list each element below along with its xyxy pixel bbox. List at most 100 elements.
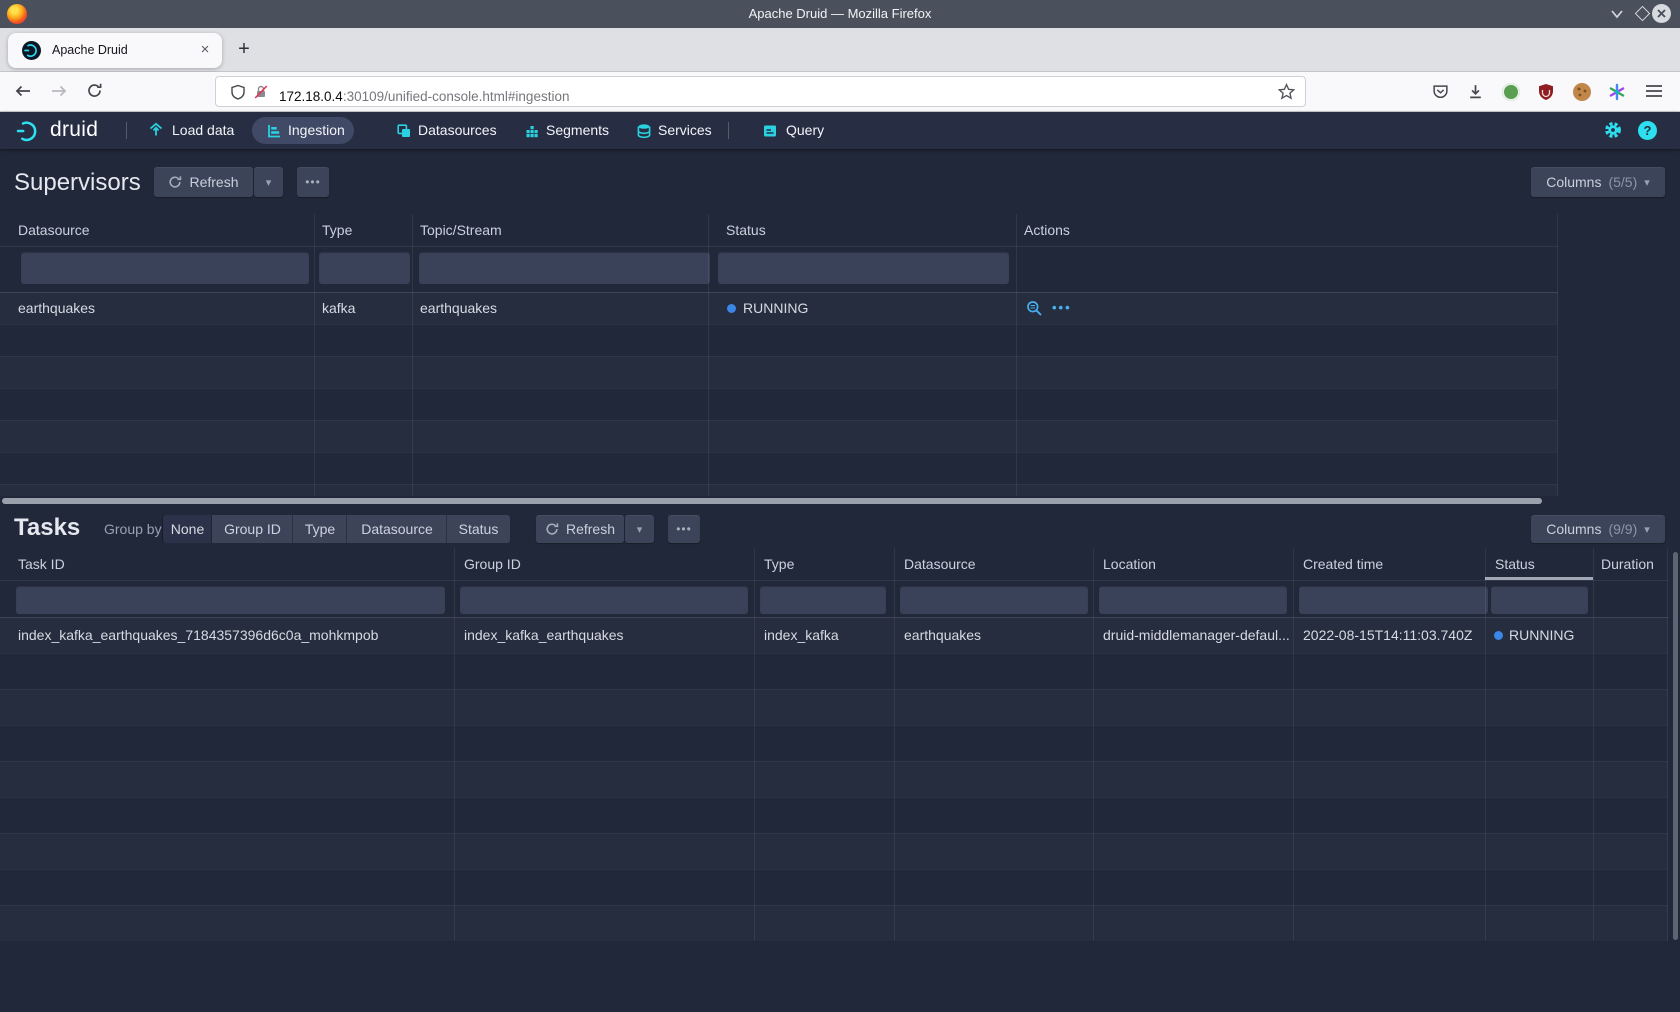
tasks-vertical-scrollbar[interactable] [1673,552,1678,940]
tasks-refresh-button[interactable]: Refresh [536,515,624,543]
task-cell-type[interactable]: index_kafka [764,617,839,653]
task-filter-task-id-input[interactable] [16,586,445,614]
task-header-duration[interactable]: Duration [1601,548,1654,580]
extension-green-icon[interactable] [1502,83,1520,101]
sup-filter-status-input[interactable] [718,252,1009,284]
nav-item-query[interactable]: Query [786,112,824,149]
task-cell-created-time[interactable]: 2022-08-15T14:11:03.740Z [1303,617,1472,653]
sup-header-status[interactable]: Status [726,214,766,246]
column-divider [314,214,315,496]
nav-item-ingestion[interactable]: Ingestion [288,112,345,149]
services-icon [636,123,652,139]
star-icon [1278,83,1295,100]
task-filter-group-id-input[interactable] [460,586,748,614]
firefox-logo-icon [7,4,27,24]
menu-button[interactable] [1645,84,1663,98]
tasks-more-button[interactable]: ••• [668,515,700,543]
group-by-datasource-button[interactable]: Datasource [347,515,447,543]
nav-item-segments[interactable]: Segments [546,112,609,149]
task-cell-group-id[interactable]: index_kafka_earthquakes [464,617,624,653]
sup-horizontal-scrollbar[interactable] [2,498,1542,504]
new-tab-button[interactable]: + [228,34,260,66]
group-by-label: Group by [104,515,162,543]
extension-ublock-icon[interactable] [1537,83,1555,101]
supervisor-actions-more-button[interactable]: ••• [1052,292,1072,324]
group-by-none-button[interactable]: None [163,515,212,543]
druid-wordmark[interactable]: druid [50,112,98,149]
download-icon [1467,83,1484,100]
browser-tab[interactable]: Apache Druid × [8,33,222,68]
close-icon [1652,4,1671,23]
sup-header-datasource[interactable]: Datasource [18,214,90,246]
refresh-label: Refresh [189,174,238,190]
column-divider [1485,548,1486,941]
task-header-type[interactable]: Type [764,548,794,580]
sup-cell-type[interactable]: kafka [322,292,355,324]
task-header-group-id[interactable]: Group ID [464,548,521,580]
sup-cell-status[interactable]: RUNNING [743,292,808,324]
help-button[interactable]: ? [1638,121,1657,140]
task-header-task-id[interactable]: Task ID [18,548,65,580]
bookmark-star-button[interactable] [1278,83,1295,100]
supervisors-columns-button[interactable]: Columns (5/5) ▾ [1531,167,1665,197]
tasks-refresh-caret-button[interactable]: ▾ [625,515,654,543]
column-divider [754,548,755,941]
nav-item-datasources[interactable]: Datasources [418,112,497,149]
tab-title: Apache Druid [52,33,128,68]
group-by-type-button[interactable]: Type [293,515,347,543]
more-icon: ••• [305,175,321,189]
sup-cell-datasource[interactable]: earthquakes [18,292,95,324]
task-header-datasource[interactable]: Datasource [904,548,976,580]
nav-item-load-data[interactable]: Load data [172,112,234,149]
task-header-created-time[interactable]: Created time [1303,548,1383,580]
columns-label: Columns [1546,174,1601,190]
tasks-columns-button[interactable]: Columns (9/9) ▾ [1531,515,1665,543]
task-header-status-sorted[interactable]: Status [1495,548,1535,580]
task-cell-datasource[interactable]: earthquakes [904,617,981,653]
column-divider [1093,548,1094,941]
ingestion-icon [266,123,282,139]
url-host: 172.18.0.4 [279,89,343,104]
task-filter-type-input[interactable] [760,586,886,614]
url-bar[interactable]: 172.18.0.4:30109/unified-console.html#in… [215,76,1306,107]
task-cell-status[interactable]: RUNNING [1509,617,1574,653]
back-button[interactable] [14,83,32,99]
task-filter-status-input[interactable] [1491,586,1588,614]
task-filter-location-input[interactable] [1099,586,1287,614]
task-filter-created-time-input[interactable] [1299,586,1488,614]
task-header-location[interactable]: Location [1103,548,1156,580]
sup-filter-type-input[interactable] [319,252,410,284]
task-cell-location[interactable]: druid-middlemanager-defaul... [1103,617,1290,653]
task-filter-datasource-input[interactable] [900,586,1088,614]
window-close-button[interactable] [1652,4,1671,23]
insecure-lock-icon[interactable] [253,84,269,100]
window-minimize-button[interactable] [1610,9,1624,19]
supervisor-inspect-button[interactable] [1026,300,1043,317]
downloads-button[interactable] [1467,83,1484,100]
sup-filter-datasource-input[interactable] [21,252,309,284]
reload-button[interactable] [86,82,103,99]
supervisors-more-button[interactable]: ••• [297,167,329,197]
extension-cookie-icon[interactable] [1573,83,1591,101]
druid-logo-icon[interactable] [14,117,42,145]
column-divider [1293,548,1294,941]
task-cell-task-id[interactable]: index_kafka_earthquakes_7184357396d6c0a_… [18,617,378,653]
forward-button[interactable] [50,83,68,99]
sup-header-topic-stream[interactable]: Topic/Stream [420,214,502,246]
column-divider [894,548,895,941]
tab-close-button[interactable]: × [191,33,219,68]
pocket-button[interactable] [1432,84,1449,100]
group-by-group-id-button[interactable]: Group ID [212,515,293,543]
supervisors-refresh-caret-button[interactable]: ▾ [254,167,283,197]
extension-asterisk-icon[interactable] [1608,83,1626,101]
table-right-edge [1667,548,1668,941]
sup-header-actions[interactable]: Actions [1024,214,1070,246]
supervisors-refresh-button[interactable]: Refresh [154,167,253,197]
sup-cell-topic[interactable]: earthquakes [420,292,497,324]
sup-header-type[interactable]: Type [322,214,352,246]
tracking-shield-icon[interactable] [230,84,246,100]
nav-item-services[interactable]: Services [658,112,712,149]
group-by-status-button[interactable]: Status [447,515,510,543]
sup-filter-topic-input[interactable] [419,252,710,284]
settings-gear-button[interactable] [1603,120,1623,140]
